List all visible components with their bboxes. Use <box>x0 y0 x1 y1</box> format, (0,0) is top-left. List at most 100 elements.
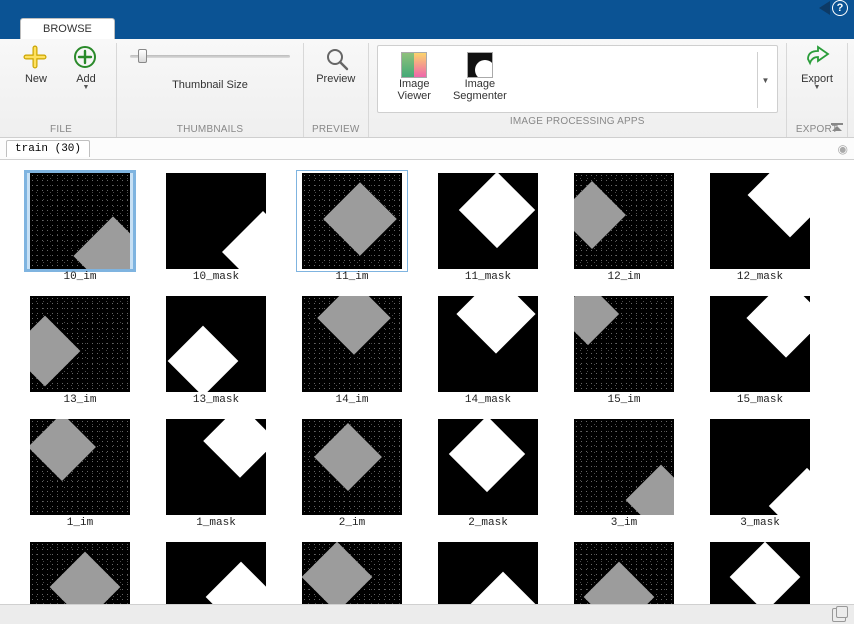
thumbnail-area[interactable]: 10_im 10_mask 11_im 11_mask 12_im 12_mask 13_i… <box>0 160 854 604</box>
thumbnail-cell[interactable]: 1_mask <box>152 416 280 529</box>
plus-green-icon <box>73 45 99 71</box>
thumbnail-caption: 12_im <box>607 271 640 283</box>
thumbnail-cell[interactable]: 12_mask <box>696 170 824 283</box>
diamond-shape <box>584 562 655 604</box>
apps-gallery: Image Viewer Image Segmenter ▼ <box>377 45 778 113</box>
diamond-shape <box>222 211 266 269</box>
thumbnail-cell[interactable]: 14_mask <box>424 293 552 406</box>
diamond-shape <box>748 173 810 237</box>
thumbnail-cell[interactable]: 12_im <box>560 170 688 283</box>
image-thumbnail <box>302 419 402 515</box>
thumbnail-cell[interactable]: 15_im <box>560 293 688 406</box>
diamond-shape <box>206 562 266 604</box>
thumbnail-caption: 3_im <box>611 517 637 529</box>
thumbnail-size-slider[interactable] <box>130 49 290 63</box>
thumbnail-cell[interactable]: 2_im <box>288 416 416 529</box>
apps-gallery-dropdown[interactable]: ▼ <box>757 52 773 108</box>
thumbnail-cell[interactable]: 1_im <box>16 416 144 529</box>
group-file-label: FILE <box>50 121 72 137</box>
diamond-shape <box>30 316 80 387</box>
toolstrip-collapse-button[interactable] <box>830 121 844 133</box>
image-segmenter-l2: Segmenter <box>453 90 507 102</box>
mask-thumbnail <box>438 419 538 515</box>
group-apps: Image Viewer Image Segmenter ▼ IMAGE PRO… <box>369 43 787 137</box>
new-label: New <box>25 73 47 85</box>
window-titlebar: ? <box>0 0 854 16</box>
thumbnail-cell[interactable]: 13_im <box>16 293 144 406</box>
group-thumbnails: Thumbnail Size THUMBNAILS <box>117 43 304 137</box>
diamond-shape <box>317 296 391 355</box>
group-thumbnails-label: THUMBNAILS <box>177 121 243 137</box>
toolstrip-tabstrip: BROWSE <box>0 16 854 39</box>
thumbnail-cell[interactable]: 2_mask <box>424 416 552 529</box>
folder-tab-train[interactable]: train (30) <box>6 140 90 157</box>
thumbnail-caption: 14_mask <box>465 394 511 406</box>
thumbnail-cell[interactable]: 14_im <box>288 293 416 406</box>
thumbnail-cell[interactable]: 6_mask <box>696 539 824 604</box>
group-preview: Preview PREVIEW <box>304 43 369 137</box>
mask-thumbnail <box>166 173 266 269</box>
mask-thumbnail <box>710 419 810 515</box>
thumbnail-grid: 10_im 10_mask 11_im 11_mask 12_im 12_mask 13_i… <box>0 160 854 604</box>
image-thumbnail <box>302 173 402 269</box>
thumbnail-cell[interactable]: 10_mask <box>152 170 280 283</box>
image-thumbnail <box>574 296 674 392</box>
group-file: New Add ▼ FILE <box>6 43 117 137</box>
status-bar <box>0 604 854 624</box>
image-thumbnail <box>30 296 130 392</box>
image-segmenter-icon <box>467 52 493 78</box>
thumbnail-cell[interactable]: 10_im <box>16 170 144 283</box>
thumbnail-caption: 3_mask <box>740 517 780 529</box>
mask-thumbnail <box>710 173 810 269</box>
toolstrip: New Add ▼ FILE Thumbnail Size THUMBNAILS <box>0 39 854 138</box>
export-button[interactable]: Export ▼ <box>795 45 839 91</box>
diamond-shape <box>302 542 372 604</box>
diamond-shape <box>73 216 130 269</box>
thumbnail-cell[interactable]: 13_mask <box>152 293 280 406</box>
help-button[interactable]: ? <box>832 0 848 16</box>
thumbnail-cell[interactable]: 11_im <box>288 170 416 283</box>
diamond-shape <box>449 419 525 492</box>
tab-actions-button[interactable]: ◉ <box>838 142 848 156</box>
image-thumbnail <box>30 542 130 604</box>
thumbnail-cell[interactable]: 11_mask <box>424 170 552 283</box>
new-button[interactable]: New <box>14 45 58 85</box>
mask-thumbnail <box>438 296 538 392</box>
diamond-shape <box>459 173 535 248</box>
thumbnail-cell[interactable]: 3_mask <box>696 416 824 529</box>
dock-layout-button[interactable] <box>832 608 846 622</box>
thumbnail-caption: 11_im <box>335 271 368 283</box>
group-apps-label: IMAGE PROCESSING APPS <box>510 113 645 129</box>
folder-tabbar: train (30) ◉ <box>0 138 854 160</box>
preview-button[interactable]: Preview <box>314 45 358 85</box>
mask-thumbnail <box>166 296 266 392</box>
export-arrow-icon <box>804 45 830 71</box>
tab-browse[interactable]: BROWSE <box>20 18 115 39</box>
add-button[interactable]: Add ▼ <box>64 45 108 91</box>
image-segmenter-l1: Image <box>465 78 496 90</box>
preview-label: Preview <box>316 73 355 85</box>
diamond-shape <box>574 296 619 345</box>
diamond-shape <box>168 326 239 392</box>
thumbnail-caption: 15_mask <box>737 394 783 406</box>
image-thumbnail <box>574 542 674 604</box>
app-image-viewer[interactable]: Image Viewer <box>398 52 431 102</box>
chevron-down-icon: ▼ <box>814 84 821 91</box>
app-image-segmenter[interactable]: Image Segmenter <box>453 52 507 102</box>
thumbnail-caption: 13_im <box>63 394 96 406</box>
thumbnail-caption: 10_im <box>63 271 96 283</box>
thumbnail-caption: 1_mask <box>196 517 236 529</box>
thumbnail-cell[interactable]: 15_mask <box>696 293 824 406</box>
diamond-shape <box>574 181 626 249</box>
thumbnail-caption: 12_mask <box>737 271 783 283</box>
thumbnail-caption: 13_mask <box>193 394 239 406</box>
thumbnail-cell[interactable]: 5_im <box>288 539 416 604</box>
image-viewer-l1: Image <box>399 78 430 90</box>
thumbnail-cell[interactable]: 3_im <box>560 416 688 529</box>
thumbnail-cell[interactable]: 6_im <box>560 539 688 604</box>
image-thumbnail <box>30 173 130 269</box>
thumbnail-cell[interactable]: 5_mask <box>424 539 552 604</box>
diamond-shape <box>746 296 810 358</box>
thumbnail-cell[interactable]: 4_im <box>16 539 144 604</box>
thumbnail-cell[interactable]: 4_mask <box>152 539 280 604</box>
